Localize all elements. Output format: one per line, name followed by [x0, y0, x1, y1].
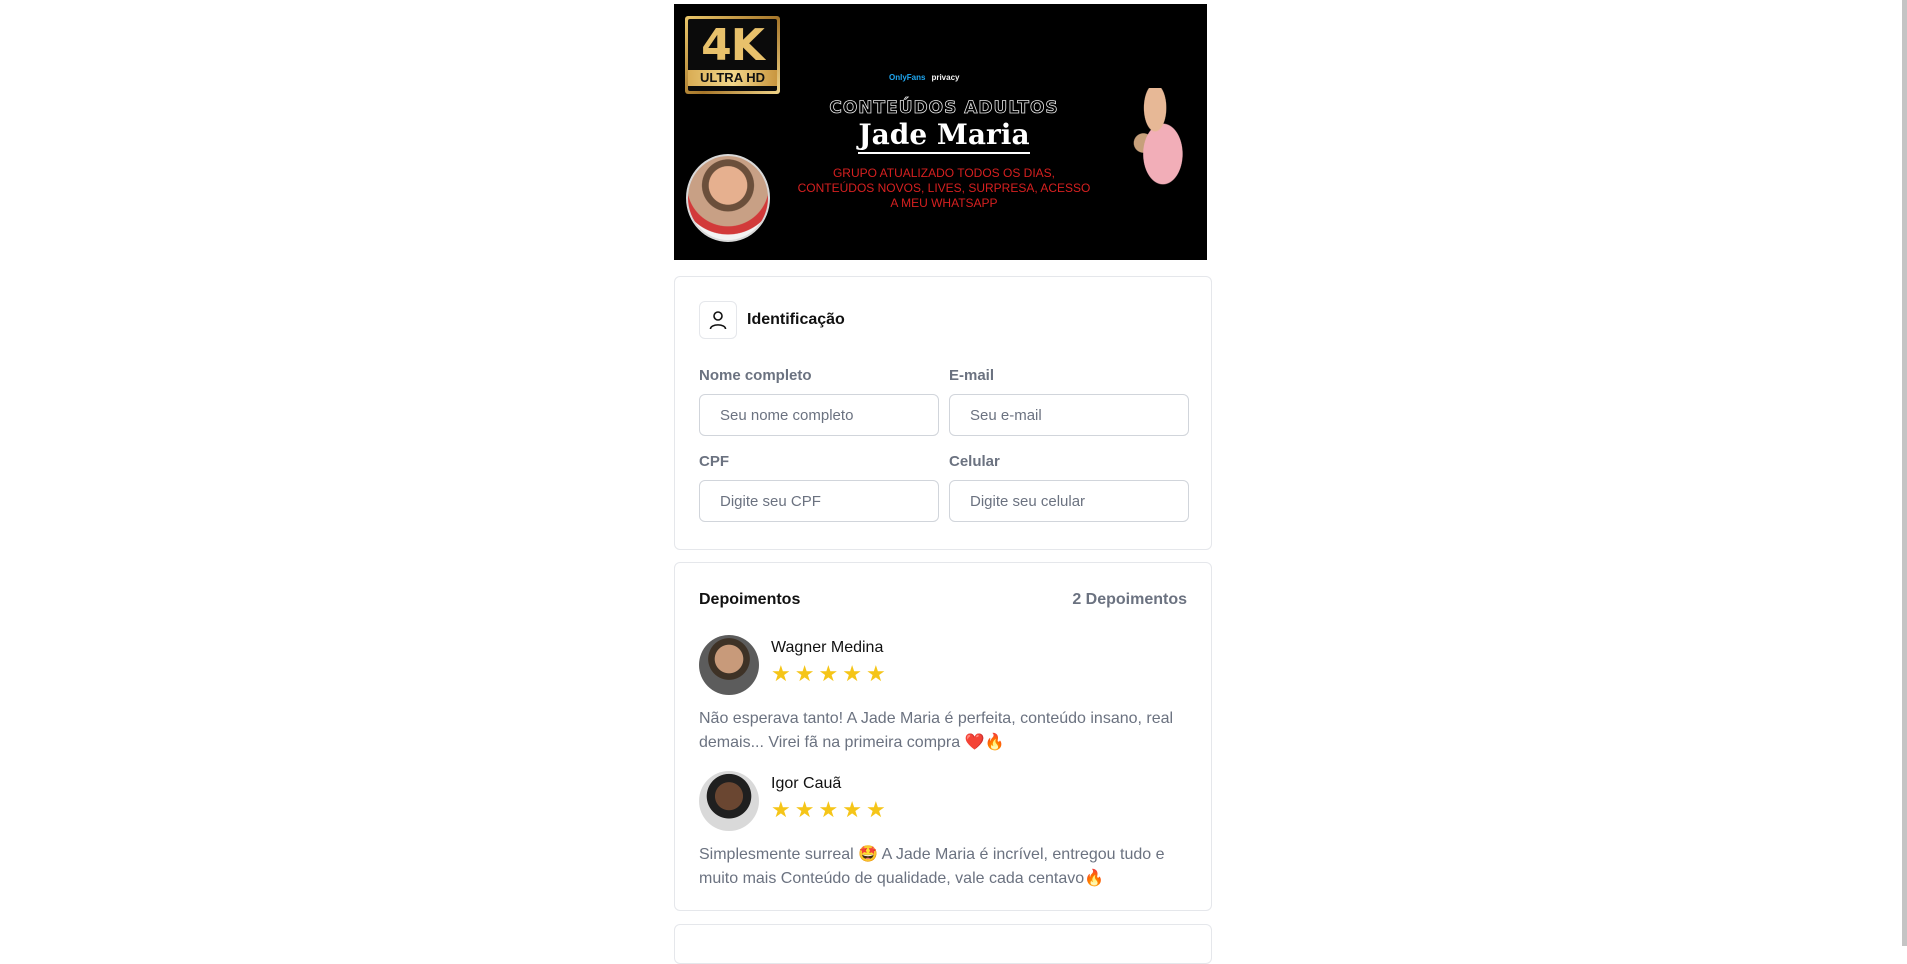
testimonial-text: Não esperava tanto! A Jade Maria é perfe… [699, 710, 1174, 751]
model-avatar [686, 154, 770, 242]
phone-field: Celular [949, 453, 1189, 522]
testimonial-text: Simplesmente surreal 🤩 A Jade Maria é in… [699, 846, 1165, 887]
star-icon: ★ [794, 797, 815, 822]
star-icon: ★ [818, 797, 839, 822]
onlyfans-logo: OnlyFans [889, 72, 926, 82]
star-icon: ★ [771, 661, 791, 686]
email-label: E-mail [949, 367, 995, 384]
email-field: E-mail [949, 367, 1189, 436]
identification-card: Identificação Nome completo E-mail CPF C… [674, 276, 1212, 550]
badge-ultra-hd-text: ULTRA HD [688, 70, 777, 86]
star-icon: ★ [842, 797, 862, 822]
phone-label: Celular [949, 453, 1000, 470]
reviewer-avatar [699, 771, 759, 831]
star-icon: ★ [794, 661, 815, 686]
scrollbar-thumb[interactable] [1902, 0, 1907, 946]
banner-subtitle: GRUPO ATUALIZADO TODOS OS DIAS, CONTEÚDO… [797, 166, 1091, 210]
reviewer-name: Wagner Medina [771, 639, 884, 656]
reviewer-name: Igor Cauã [771, 775, 842, 792]
ultra-hd-badge: 4K ULTRA HD [685, 16, 780, 94]
testimonials-card: Depoimentos 2 Depoimentos Wagner Medina … [674, 562, 1212, 911]
star-icon: ★ [818, 661, 839, 686]
user-icon [699, 301, 737, 339]
full-name-label: Nome completo [699, 367, 812, 384]
testimonials-count: 2 Depoimentos [1072, 591, 1187, 608]
full-name-input[interactable] [699, 394, 939, 436]
star-icon: ★ [865, 661, 886, 686]
identification-header: Identificação [699, 301, 845, 339]
hero-banner: 4K ULTRA HD OnlyFans privacy CONTEÚDOS A… [674, 4, 1207, 260]
phone-input[interactable] [949, 480, 1189, 522]
rating-stars: ★ ★ ★ ★ ★ [771, 799, 886, 821]
email-input[interactable] [949, 394, 1189, 436]
cpf-field: CPF [699, 453, 939, 522]
identification-title: Identificação [747, 311, 845, 328]
privacy-logo: privacy [931, 72, 960, 82]
testimonials-title: Depoimentos [699, 591, 801, 608]
platform-logos: OnlyFans privacy [889, 70, 1019, 84]
star-icon: ★ [842, 661, 862, 686]
full-name-field: Nome completo [699, 367, 939, 436]
reviewer-avatar [699, 635, 759, 695]
model-photo [1120, 88, 1198, 198]
next-section-card [674, 924, 1212, 964]
banner-heading: CONTEÚDOS ADULTOS [829, 98, 1059, 119]
cpf-input[interactable] [699, 480, 939, 522]
banner-model-name: Jade Maria [794, 118, 1094, 154]
star-icon: ★ [771, 797, 791, 822]
cpf-label: CPF [699, 453, 729, 470]
badge-4k-text: 4K [701, 20, 765, 71]
page-scrollbar[interactable] [1902, 0, 1907, 946]
rating-stars: ★ ★ ★ ★ ★ [771, 663, 886, 685]
star-icon: ★ [865, 797, 886, 822]
